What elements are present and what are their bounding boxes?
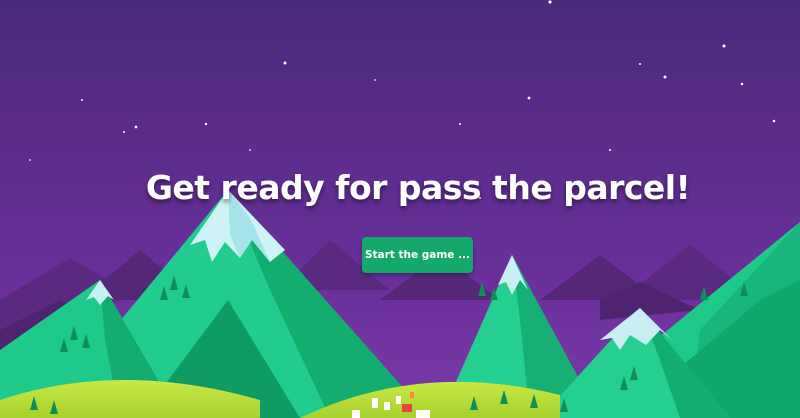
game-start-screen: Get ready for pass the parcel! Start the… [0, 0, 800, 418]
mountain-night-landscape [0, 0, 800, 418]
page-title: Get ready for pass the parcel! [145, 168, 691, 207]
start-game-button[interactable]: Start the game ... [362, 237, 473, 273]
